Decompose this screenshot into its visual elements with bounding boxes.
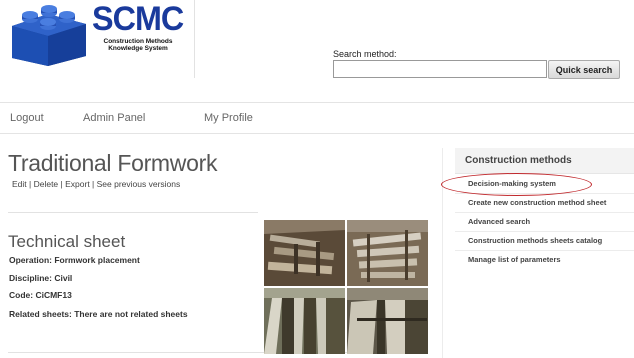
sidebar-divider [442,148,443,358]
sidebar-item-label: Create new construction method sheet [468,198,607,207]
content-divider [8,212,258,213]
brand-subtitle-line-2: Knowledge System [108,45,168,52]
action-separator: | [89,179,97,189]
formwork-photo-1[interactable] [264,220,345,286]
formwork-photo-2[interactable] [347,220,428,286]
brand-subtitle: Construction Methods Knowledge System [94,38,182,52]
sidebar-item-manage-parameters[interactable]: Manage list of parameters [455,251,634,269]
formwork-photo-3[interactable] [264,288,345,354]
sidebar-item-catalog[interactable]: Construction methods sheets catalog [455,232,634,251]
sidebar-item-advanced-search[interactable]: Advanced search [455,213,634,232]
scmc-logo[interactable]: SCMC Construction Methods Knowledge Syst… [8,0,188,66]
search-input[interactable] [333,60,547,78]
page-title: Traditional Formwork [8,150,218,176]
discipline-field: Discipline: Civil [9,273,73,283]
nav-divider-bottom [0,133,634,134]
lego-brick-icon [12,5,86,66]
sidebar-item-label: Manage list of parameters [468,255,561,264]
nav-logout[interactable]: Logout [10,112,44,124]
delete-link[interactable]: Delete [34,179,59,189]
nav-my-profile[interactable]: My Profile [204,112,253,124]
sidebar-item-decision-making[interactable]: Decision-making system [455,175,634,194]
sidebar-header: Construction methods [455,148,634,174]
sidebar-item-label: Decision-making system [468,179,556,188]
related-sheets-field: Related sheets: There are not related sh… [9,309,188,319]
code-field-clip: Code: CiCMF13 [9,290,209,300]
brand-title: SCMC [92,0,184,38]
construction-methods-sidebar: Construction methods Decision-making sys… [455,148,634,358]
quick-search-button[interactable]: Quick search [548,60,620,79]
formwork-photos [264,220,428,354]
sidebar-title: Construction methods [465,155,572,166]
technical-sheet-heading: Technical sheet [8,232,126,251]
action-separator: | [26,179,34,189]
brand-subtitle-line-1: Construction Methods [103,38,173,45]
formwork-photo-4[interactable] [347,288,428,354]
header-divider [194,0,195,78]
nav-admin-panel[interactable]: Admin Panel [83,112,145,124]
site-header: SCMC Construction Methods Knowledge Syst… [0,0,634,100]
edit-link[interactable]: Edit [12,179,27,189]
main-nav: Logout Admin Panel My Profile [0,103,634,133]
export-link[interactable]: Export [65,179,90,189]
code-field: Code: CiCMF13 [9,290,72,300]
sidebar-item-label: Construction methods sheets catalog [468,236,603,245]
operation-field: Operation: Formwork placement [9,255,140,265]
sidebar-item-create-sheet[interactable]: Create new construction method sheet [455,194,634,213]
previous-versions-link[interactable]: See previous versions [97,179,181,189]
sidebar-item-label: Advanced search [468,217,531,226]
search-label: Search method: [333,49,397,59]
sheet-actions: Edit | Delete | Export | See previous ve… [12,179,180,189]
